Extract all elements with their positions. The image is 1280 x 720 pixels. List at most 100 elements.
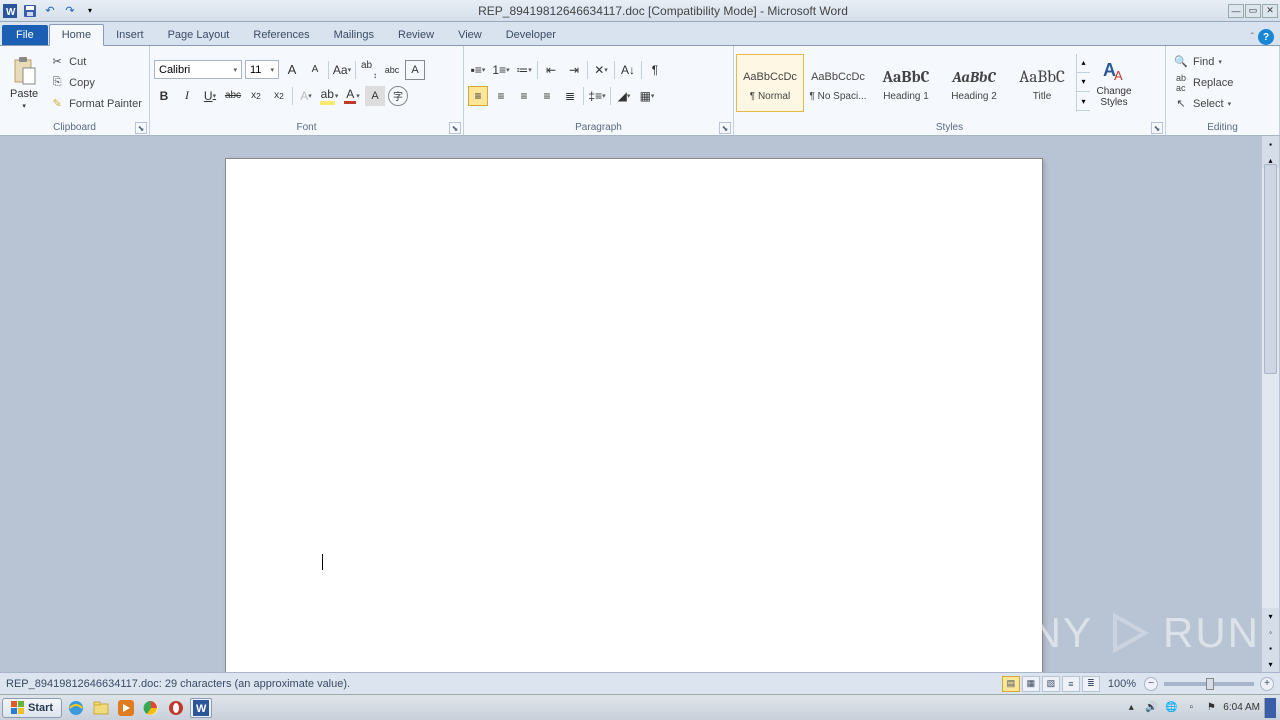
shading-button[interactable]: ◢▾ (614, 86, 634, 106)
zoom-out-button[interactable]: − (1144, 677, 1158, 691)
bold-button[interactable]: B (154, 86, 174, 106)
show-hide-button[interactable]: ¶ (645, 60, 665, 80)
cut-button[interactable]: ✂Cut (46, 52, 145, 72)
document-area[interactable] (0, 136, 1260, 672)
minimize-button[interactable]: — (1228, 4, 1244, 18)
object-browse-icon[interactable]: ▪ (1262, 136, 1279, 152)
taskbar-opera-icon[interactable] (165, 698, 187, 718)
highlight-button[interactable]: ab▾ (319, 86, 339, 106)
scroll-down-button[interactable]: ▾ (1262, 608, 1279, 624)
font-color-button[interactable]: A▾ (342, 86, 362, 106)
undo-icon[interactable]: ↶ (42, 3, 58, 19)
style-no-spacing[interactable]: AaBbCcDc ¶ No Spaci... (804, 54, 872, 112)
align-left-button[interactable]: ≡ (468, 86, 488, 106)
taskbar-ie-icon[interactable] (65, 698, 87, 718)
increase-indent-button[interactable]: ⇥ (564, 60, 584, 80)
styles-row-down[interactable]: ▾ (1077, 73, 1090, 92)
copy-button[interactable]: ⎘Copy (46, 73, 145, 93)
view-outline[interactable]: ≡ (1062, 676, 1080, 692)
multilevel-list-button[interactable]: ≔▾ (514, 60, 534, 80)
format-painter-button[interactable]: ✎Format Painter (46, 94, 145, 114)
underline-button[interactable]: U▾ (200, 86, 220, 106)
redo-icon[interactable]: ↷ (62, 3, 78, 19)
zoom-in-button[interactable]: + (1260, 677, 1274, 691)
maximize-button[interactable]: ▭ (1245, 4, 1261, 18)
save-icon[interactable] (22, 3, 38, 19)
asian-layout-button[interactable]: ✕▾ (591, 60, 611, 80)
tab-review[interactable]: Review (386, 25, 446, 45)
tray-flag-icon[interactable]: ⚑ (1203, 700, 1219, 716)
tab-home[interactable]: Home (49, 24, 104, 46)
tray-action-icon[interactable]: ▫ (1183, 700, 1199, 716)
styles-expand[interactable]: ▾ (1077, 92, 1090, 111)
strikethrough-button[interactable]: abc (223, 86, 243, 106)
document-page[interactable] (225, 158, 1043, 672)
character-shading-button[interactable]: A (365, 86, 385, 106)
select-button[interactable]: ↖Select▾ (1170, 94, 1236, 114)
subscript-button[interactable]: x2 (246, 86, 266, 106)
tray-volume-icon[interactable]: 🔊 (1143, 700, 1159, 716)
change-case-button[interactable]: Aa▾ (332, 60, 352, 80)
styles-launcher[interactable]: ⬊ (1151, 122, 1163, 134)
tab-page-layout[interactable]: Page Layout (156, 25, 242, 45)
tray-network-icon[interactable]: 🌐 (1163, 700, 1179, 716)
tab-developer[interactable]: Developer (494, 25, 568, 45)
tab-insert[interactable]: Insert (104, 25, 156, 45)
tray-show-hidden-icon[interactable]: ▴ (1123, 700, 1139, 716)
next-page-button[interactable]: ▾ (1262, 656, 1279, 672)
tab-references[interactable]: References (241, 25, 321, 45)
style-heading-2[interactable]: AaBbC Heading 2 (940, 54, 1008, 112)
sort-button[interactable]: A↓ (618, 60, 638, 80)
help-icon[interactable]: ? (1258, 29, 1274, 45)
view-draft[interactable]: ≣ (1082, 676, 1100, 692)
taskbar-media-player-icon[interactable] (115, 698, 137, 718)
character-border-button[interactable]: A (405, 60, 425, 80)
tab-view[interactable]: View (446, 25, 494, 45)
vertical-scrollbar[interactable]: ▪ ▴ ▾ ◦ ▪ ▾ (1261, 136, 1279, 672)
decrease-indent-button[interactable]: ⇤ (541, 60, 561, 80)
shrink-font-button[interactable]: A (305, 60, 325, 80)
enclose-characters-button[interactable]: 字 (388, 86, 408, 106)
style-title[interactable]: AaBbC Title (1008, 54, 1076, 112)
tab-mailings[interactable]: Mailings (322, 25, 386, 45)
tab-file[interactable]: File (2, 25, 48, 45)
paste-button[interactable]: Paste ▾ (4, 54, 44, 112)
view-web-layout[interactable]: ▧ (1042, 676, 1060, 692)
paragraph-launcher[interactable]: ⬊ (719, 122, 731, 134)
find-button[interactable]: 🔍Find▾ (1170, 52, 1236, 72)
line-spacing-button[interactable]: ‡≡▾ (587, 86, 607, 106)
view-full-screen[interactable]: ▦ (1022, 676, 1040, 692)
borders-button[interactable]: ▦▾ (637, 86, 657, 106)
qat-customize-icon[interactable]: ▾ (82, 3, 98, 19)
start-button[interactable]: Start (2, 698, 62, 718)
tray-show-desktop[interactable] (1264, 698, 1276, 718)
font-size-combo[interactable]: 11▾ (245, 60, 279, 79)
align-center-button[interactable]: ≡ (491, 86, 511, 106)
bullets-button[interactable]: ▪≡▾ (468, 60, 488, 80)
change-styles-button[interactable]: AA Change Styles (1090, 56, 1138, 110)
scroll-thumb[interactable] (1264, 164, 1277, 374)
replace-button[interactable]: abacReplace (1170, 73, 1236, 93)
font-launcher[interactable]: ⬊ (449, 122, 461, 134)
close-button[interactable]: ✕ (1262, 4, 1278, 18)
style-heading-1[interactable]: AaBbC Heading 1 (872, 54, 940, 112)
styles-row-up[interactable]: ▴ (1077, 54, 1090, 73)
phonetic-guide-icon[interactable]: abc (382, 60, 402, 80)
style-normal[interactable]: AaBbCcDc ¶ Normal (736, 54, 804, 112)
prev-page-button[interactable]: ◦ (1262, 624, 1279, 640)
view-print-layout[interactable]: ▤ (1002, 676, 1020, 692)
superscript-toggle-icon[interactable]: ab↕ (359, 60, 379, 80)
distributed-button[interactable]: ≣ (560, 86, 580, 106)
text-effects-button[interactable]: A▾ (296, 86, 316, 106)
grow-font-button[interactable]: A (282, 60, 302, 80)
tray-clock[interactable]: 6:04 AM (1223, 702, 1260, 713)
zoom-slider-thumb[interactable] (1206, 678, 1214, 690)
align-right-button[interactable]: ≡ (514, 86, 534, 106)
minimize-ribbon-icon[interactable]: ˆ (1251, 32, 1254, 43)
italic-button[interactable]: I (177, 86, 197, 106)
select-browse-object[interactable]: ▪ (1262, 640, 1279, 656)
clipboard-launcher[interactable]: ⬊ (135, 122, 147, 134)
taskbar-chrome-icon[interactable] (140, 698, 162, 718)
taskbar-explorer-icon[interactable] (90, 698, 112, 718)
superscript-button[interactable]: x2 (269, 86, 289, 106)
